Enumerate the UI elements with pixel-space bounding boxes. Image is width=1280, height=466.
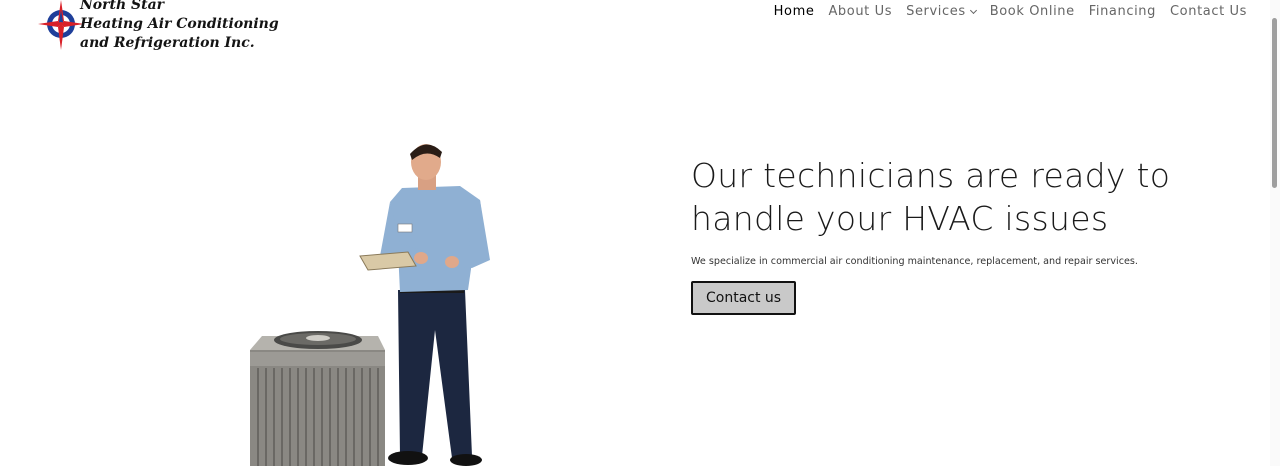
- contact-us-button[interactable]: Contact us: [691, 281, 797, 315]
- hero-subtext: We specialize in commercial air conditio…: [691, 256, 1138, 267]
- ac-unit-icon: [250, 331, 385, 466]
- site-logo[interactable]: North Star Heating Air Conditioning and …: [38, 0, 279, 56]
- nav-book-online-label: Book Online: [989, 4, 1075, 19]
- logo-line-3: and Refrigeration Inc.: [80, 35, 255, 51]
- nav-about-us[interactable]: About Us: [828, 4, 892, 19]
- compass-star-icon: [38, 0, 84, 50]
- nav-book-online[interactable]: Book Online: [990, 4, 1075, 19]
- scrollbar-thumb[interactable]: [1272, 18, 1277, 188]
- page-scrollbar[interactable]: [1270, 0, 1280, 466]
- technician-with-ac-unit-image: [250, 144, 490, 466]
- nav-contact-us-label: Contact Us: [1170, 4, 1247, 19]
- nav-home[interactable]: Home: [774, 4, 815, 19]
- main-nav: Home About Us Services Book Online Finan…: [760, 4, 1247, 19]
- hero-headline: Our technicians are ready to handle your…: [691, 156, 1171, 238]
- logo-line-1: North Star: [80, 0, 165, 13]
- page: North Star Heating Air Conditioning and …: [0, 0, 1280, 466]
- chevron-down-icon: [969, 6, 977, 14]
- nav-about-us-label: About Us: [828, 4, 893, 19]
- nav-services[interactable]: Services: [906, 4, 977, 19]
- nav-financing-label: Financing: [1088, 4, 1156, 19]
- logo-line-2: Heating Air Conditioning: [80, 16, 279, 32]
- nav-contact-us[interactable]: Contact Us: [1170, 4, 1247, 19]
- nav-home-label: Home: [773, 4, 815, 19]
- nav-financing[interactable]: Financing: [1089, 4, 1156, 19]
- logo-text: North Star Heating Air Conditioning and …: [80, 0, 279, 53]
- hero-content: Our technicians are ready to handle your…: [691, 154, 1211, 315]
- nav-services-label: Services: [906, 4, 966, 19]
